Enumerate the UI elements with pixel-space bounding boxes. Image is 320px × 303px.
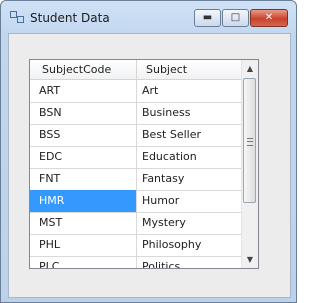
table-row[interactable]: ART Art — [30, 80, 242, 103]
title-bar[interactable]: Student Data ▬ □ ✕ — [1, 1, 296, 33]
table-row[interactable]: MST Mystery — [30, 212, 242, 235]
cell-subject[interactable]: Fantasy — [137, 168, 242, 190]
vertical-scrollbar[interactable]: ▲ ▼ — [241, 60, 258, 268]
table-row[interactable]: HMR Humor — [30, 190, 242, 213]
window-title: Student Data — [30, 11, 110, 25]
minimize-button[interactable]: ▬ — [194, 9, 221, 27]
cell-subject[interactable]: Humor — [137, 190, 242, 212]
table-row[interactable]: EDC Education — [30, 146, 242, 169]
app-icon — [10, 11, 24, 23]
cell-subject[interactable]: Education — [137, 146, 242, 168]
scroll-down-arrow-icon[interactable]: ▼ — [242, 251, 258, 268]
column-header-subject[interactable]: Subject — [137, 60, 242, 79]
table-row[interactable]: PHL Philosophy — [30, 234, 242, 257]
grip-icon — [247, 138, 253, 146]
subject-data-grid[interactable]: SubjectCode Subject ART Art BSN Business BSS… — [29, 59, 259, 269]
cell-subjectcode[interactable]: PLC — [30, 256, 137, 268]
cell-subject[interactable]: Art — [137, 80, 242, 102]
close-button[interactable]: ✕ — [250, 9, 288, 27]
cell-subject[interactable]: Politics — [137, 256, 242, 268]
cell-subjectcode[interactable]: FNT — [30, 168, 137, 190]
cell-subjectcode[interactable]: HMR — [30, 190, 137, 212]
cell-subjectcode[interactable]: EDC — [30, 146, 137, 168]
scroll-thumb[interactable] — [243, 78, 256, 203]
cell-subjectcode[interactable]: PHL — [30, 234, 137, 256]
cell-subjectcode[interactable]: MST — [30, 212, 137, 234]
scroll-up-arrow-icon[interactable]: ▲ — [242, 60, 258, 77]
table-row[interactable]: BSN Business — [30, 102, 242, 125]
cell-subject[interactable]: Best Seller — [137, 124, 242, 146]
cell-subjectcode[interactable]: ART — [30, 80, 137, 102]
cell-subjectcode[interactable]: BSN — [30, 102, 137, 124]
cell-subjectcode[interactable]: BSS — [30, 124, 137, 146]
cell-subject[interactable]: Mystery — [137, 212, 242, 234]
table-row[interactable]: BSS Best Seller — [30, 124, 242, 147]
grid-header: SubjectCode Subject — [30, 60, 242, 80]
table-row[interactable]: FNT Fantasy — [30, 168, 242, 191]
cell-subject[interactable]: Business — [137, 102, 242, 124]
cell-subject[interactable]: Philosophy — [137, 234, 242, 256]
table-row[interactable]: PLC Politics — [30, 256, 242, 268]
column-header-subjectcode[interactable]: SubjectCode — [30, 60, 137, 79]
maximize-button[interactable]: □ — [222, 9, 249, 27]
